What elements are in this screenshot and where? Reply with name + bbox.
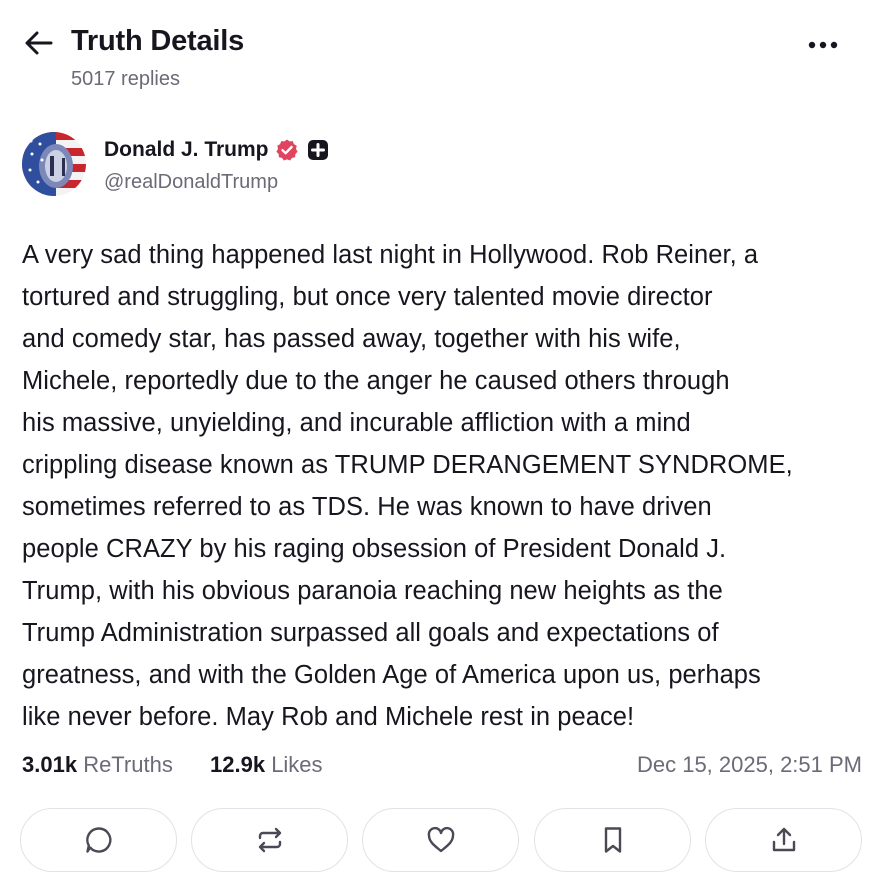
share-icon bbox=[772, 827, 795, 852]
retruths-count: 3.01k bbox=[22, 752, 78, 777]
header: Truth Details 5017 replies bbox=[0, 0, 888, 110]
retruth-button[interactable] bbox=[191, 808, 348, 872]
back-button[interactable] bbox=[22, 28, 56, 58]
arrow-left-icon bbox=[25, 31, 53, 55]
likes-count: 12.9k bbox=[210, 752, 266, 777]
truth-details-page: Truth Details 5017 replies Donald J. Tru… bbox=[0, 0, 888, 894]
post-line: Trump Administration surpassed all goals… bbox=[22, 619, 719, 647]
likes-label: Likes bbox=[271, 752, 323, 777]
post-line: greatness, and with the Golden Age of Am… bbox=[22, 661, 761, 689]
post-line: and comedy star, has passed away, togeth… bbox=[22, 325, 681, 353]
retruths-stat[interactable]: 3.01k ReTruths bbox=[22, 752, 173, 778]
retruths-label: ReTruths bbox=[83, 752, 173, 777]
author-handle[interactable]: @realDonaldTrump bbox=[104, 171, 278, 194]
bookmark-icon bbox=[604, 827, 621, 853]
author-name: Donald J. Trump bbox=[104, 138, 269, 161]
post-stats: 3.01k ReTruths 12.9k Likes Dec 15, 2025,… bbox=[22, 752, 862, 784]
reply-icon bbox=[85, 827, 111, 853]
avatar-image bbox=[22, 132, 86, 196]
post-line: Michele, reportedly due to the anger he … bbox=[22, 367, 730, 395]
verified-badge-icon bbox=[275, 138, 299, 162]
post-timestamp: Dec 15, 2025, 2:51 PM bbox=[636, 752, 862, 777]
likes-stat[interactable]: 12.9k Likes bbox=[210, 752, 323, 778]
author-name-row[interactable]: Donald J. Trump bbox=[104, 138, 329, 162]
action-bar bbox=[20, 808, 862, 872]
reply-count: 5017 replies bbox=[71, 68, 180, 90]
post-line: his massive, unyielding, and incurable a… bbox=[22, 409, 691, 437]
post-line: crippling disease known as TRUMP DERANGE… bbox=[22, 451, 793, 479]
page-title: Truth Details bbox=[71, 25, 245, 57]
more-options-button[interactable] bbox=[802, 30, 844, 60]
post-body: A very sad thing happened last night in … bbox=[22, 234, 872, 738]
plus-badge-icon bbox=[307, 139, 329, 161]
post-line: sometimes referred to as TDS. He was kno… bbox=[22, 493, 712, 521]
reply-button[interactable] bbox=[20, 808, 177, 872]
avatar[interactable] bbox=[22, 132, 86, 196]
heart-icon bbox=[427, 826, 454, 853]
retruth-icon bbox=[258, 827, 281, 853]
post-line: A very sad thing happened last night in … bbox=[22, 241, 759, 269]
bookmark-button[interactable] bbox=[534, 808, 691, 872]
post-line: Trump, with his obvious paranoia reachin… bbox=[22, 577, 723, 605]
share-button[interactable] bbox=[705, 808, 862, 872]
more-horizontal-icon bbox=[808, 41, 838, 49]
post-line: people CRAZY by his raging obsession of … bbox=[22, 535, 727, 563]
like-button[interactable] bbox=[362, 808, 519, 872]
post-line: tortured and struggling, but once very t… bbox=[22, 283, 713, 311]
post-line: like never before. May Rob and Michele r… bbox=[22, 703, 635, 731]
